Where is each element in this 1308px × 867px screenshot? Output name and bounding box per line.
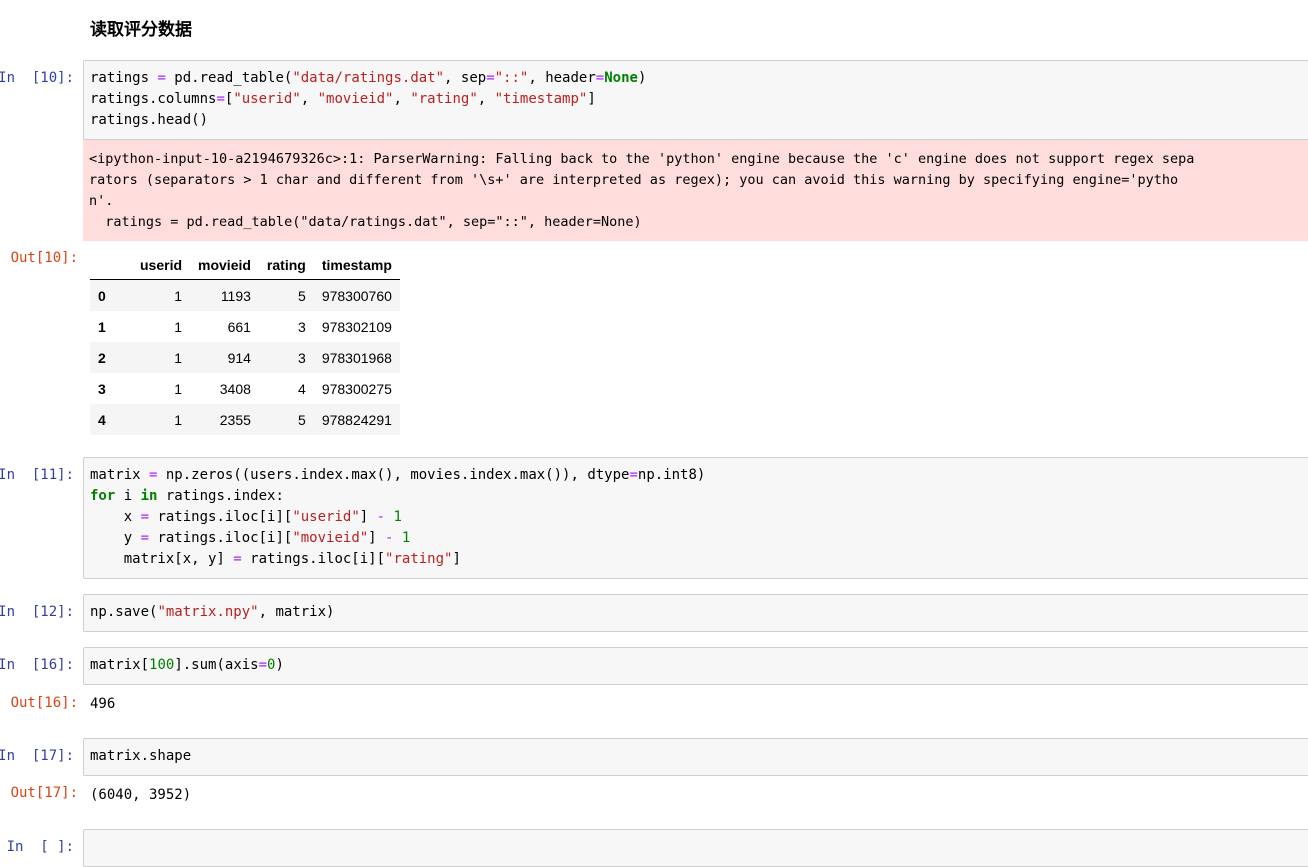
table-cell: 978300275 (321, 380, 392, 397)
column-header: rating (258, 250, 314, 280)
input-prompt-16: In [16]: (0, 657, 74, 673)
parser-warning-text: <ipython-input-10-a2194679326c>:1: Parse… (89, 151, 1195, 230)
table-cell: 978301968 (321, 349, 392, 366)
table-row: 4 1 2355 5 978824291 (90, 404, 400, 435)
code-editor-11[interactable]: matrix = np.zeros((users.index.max(), mo… (84, 458, 1308, 570)
code-cell-16[interactable]: matrix[100].sum(axis=0) (83, 647, 1308, 685)
row-index: 2 (98, 349, 106, 366)
stderr-output-10: <ipython-input-10-a2194679326c>:1: Parse… (83, 140, 1308, 241)
table-cell: 1 (174, 411, 183, 428)
table-row: 3 1 3408 4 978300275 (90, 373, 400, 404)
output-text-17: (6040, 3952) (90, 787, 192, 803)
column-header (90, 250, 132, 280)
table-cell: 661 (227, 318, 251, 335)
table-cell: 914 (227, 349, 251, 366)
code-editor-12[interactable]: np.save("matrix.npy", matrix) (84, 595, 1308, 623)
code-cell-10[interactable]: ratings = pd.read_table("data/ratings.da… (83, 60, 1308, 140)
column-header: timestamp (313, 250, 400, 280)
output-text-16: 496 (90, 696, 116, 712)
table-cell: 978824291 (321, 411, 392, 428)
table-header-row: userid movieid rating timestamp (90, 250, 400, 280)
table-cell: 4 (298, 380, 306, 397)
ratings-dataframe: userid movieid rating timestamp 0 1 1193… (90, 250, 400, 435)
column-header: userid (132, 250, 191, 280)
table-cell: 3 (298, 318, 306, 335)
table-cell: 1 (174, 318, 183, 335)
code-cell-12[interactable]: np.save("matrix.npy", matrix) (83, 594, 1308, 632)
output-prompt-10: Out[10]: (10, 250, 78, 266)
table-cell: 2355 (219, 411, 251, 428)
table-cell: 1 (174, 349, 183, 366)
table-cell: 1 (174, 287, 183, 304)
table-cell: 3 (298, 349, 306, 366)
table-row: 1 1 661 3 978302109 (90, 311, 400, 342)
section-heading: 读取评分数据 (90, 20, 192, 40)
row-index: 1 (98, 318, 106, 335)
input-prompt-17: In [17]: (0, 748, 74, 764)
table-cell: 1 (174, 380, 183, 397)
table-cell: 978302109 (321, 318, 392, 335)
table-cell: 978300760 (321, 287, 392, 304)
input-prompt-12: In [12]: (0, 604, 74, 620)
code-editor-16[interactable]: matrix[100].sum(axis=0) (84, 648, 1308, 676)
row-index: 4 (98, 411, 106, 428)
code-editor-empty[interactable] (84, 830, 1308, 837)
empty-code-cell[interactable] (83, 829, 1308, 867)
input-prompt-11: In [11]: (0, 467, 74, 483)
row-index: 0 (98, 287, 106, 304)
table-cell: 5 (298, 411, 306, 428)
table-cell: 1193 (220, 287, 251, 304)
code-cell-11[interactable]: matrix = np.zeros((users.index.max(), mo… (83, 457, 1308, 579)
code-editor-17[interactable]: matrix.shape (84, 739, 1308, 767)
table-row: 2 1 914 3 978301968 (90, 342, 400, 373)
input-prompt-empty: In [ ]: (6, 839, 74, 855)
column-header: movieid (190, 250, 259, 280)
row-index: 3 (98, 380, 106, 397)
input-prompt-10: In [10]: (0, 70, 74, 86)
code-editor-10[interactable]: ratings = pd.read_table("data/ratings.da… (84, 61, 1308, 131)
output-prompt-17: Out[17]: (10, 785, 78, 801)
table-cell: 3408 (219, 380, 251, 397)
table-cell: 5 (298, 287, 306, 304)
code-cell-17[interactable]: matrix.shape (83, 738, 1308, 776)
output-prompt-16: Out[16]: (10, 695, 78, 711)
table-row: 0 1 1193 5 978300760 (90, 279, 400, 311)
